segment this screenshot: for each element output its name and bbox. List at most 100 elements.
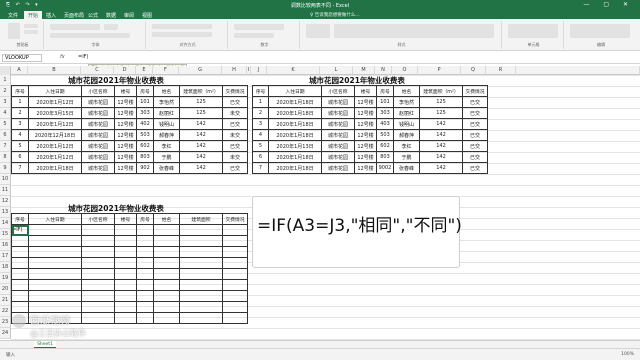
tell-me-search[interactable]: ♀ 告诉我您想要做什么… [310,12,360,18]
row-header[interactable]: 5 [0,119,11,130]
table-header-cell[interactable]: 交费情况 [222,85,248,97]
table-cell[interactable]: 已交 [462,107,488,119]
table-cell[interactable]: 城市花园 [81,140,115,152]
table-cell[interactable]: 12号楼 [114,118,137,130]
table-cell[interactable]: 4 [252,129,269,141]
table-cell[interactable]: 1 [11,96,29,108]
table-cell[interactable] [28,268,82,280]
table-cell[interactable]: 602 [376,140,394,152]
table-header-cell[interactable]: 序号 [11,213,29,225]
table-cell[interactable]: 2020年1月12日 [28,118,82,130]
table-cell[interactable]: 郝春萍 [393,129,420,141]
row-header[interactable]: 13 [0,207,11,218]
table-cell[interactable] [28,279,82,291]
table-cell[interactable]: 12号楼 [114,96,137,108]
table-cell[interactable]: 3 [252,118,269,130]
table-header-cell[interactable]: 建筑面积（m²） [179,85,223,97]
table-cell[interactable]: 142 [179,162,223,174]
table-cell[interactable] [222,312,248,324]
table-cell[interactable]: 李红 [153,140,180,152]
row-header[interactable]: 20 [0,284,11,295]
table-cell[interactable] [81,312,115,324]
tab-file[interactable]: 文件 [4,11,22,19]
table-cell[interactable]: 3 [11,118,29,130]
fx-icon[interactable]: fx [60,54,65,60]
table-cell[interactable]: 于鹏 [393,151,420,163]
table-cell[interactable]: 2020年1月12日 [28,96,82,108]
table-cell[interactable] [136,268,154,280]
row-header[interactable]: 14 [0,218,11,229]
table-cell[interactable]: 12号楼 [354,107,377,119]
table-cell[interactable]: 李怡然 [393,96,420,108]
table-cell[interactable]: 142 [179,140,223,152]
table-cell[interactable]: 2020年1月18日 [268,162,322,174]
row-header[interactable]: 17 [0,251,11,262]
table-cell[interactable]: 2020年1月18日 [268,107,322,119]
table-header-cell[interactable]: 姓名 [393,85,420,97]
tab-view[interactable]: 视图 [138,11,156,19]
align-buttons[interactable] [152,24,212,29]
column-header[interactable]: L [320,66,353,75]
table-cell[interactable]: 已交 [462,140,488,152]
column-header[interactable]: F [153,66,179,75]
column-header[interactable]: E [136,66,153,75]
table-header-cell[interactable]: 小区名称 [321,85,355,97]
column-header[interactable]: C [81,66,114,75]
column-header[interactable]: P [418,66,461,75]
table-cell[interactable]: 101 [376,96,394,108]
row-header[interactable]: 16 [0,240,11,251]
table-cell[interactable]: 303 [136,107,154,119]
row-header[interactable]: 18 [0,262,11,273]
table-cell[interactable]: 已交 [462,151,488,163]
table-cell[interactable] [153,312,180,324]
number-buttons[interactable] [234,33,274,38]
row-header[interactable]: 12 [0,196,11,207]
table-cell[interactable]: 142 [419,129,463,141]
table-cell[interactable] [28,235,82,247]
table-cell[interactable] [81,257,115,269]
table-cell[interactable]: 7 [252,162,269,174]
table-cell[interactable] [179,246,223,258]
row-header[interactable]: 4 [0,108,11,119]
table-cell[interactable]: 已交 [222,162,248,174]
table-header-cell[interactable]: 序号 [252,85,269,97]
table-cell[interactable]: 125 [419,96,463,108]
table-cell[interactable]: 2 [252,107,269,119]
row-header[interactable]: 23 [0,317,11,328]
table-cell[interactable]: 未交 [222,107,248,119]
row-header[interactable]: 9 [0,163,11,174]
table-cell[interactable] [81,246,115,258]
table-cell[interactable]: 803 [376,151,394,163]
table-header-cell[interactable]: 楼号 [114,85,137,97]
table-cell[interactable] [11,301,29,313]
table-cell[interactable]: 张春峰 [153,162,180,174]
table-cell[interactable] [114,235,137,247]
table-cell[interactable] [136,312,154,324]
table-cell[interactable]: 城市花园 [321,118,355,130]
table-cell[interactable] [11,257,29,269]
row-header[interactable]: 22 [0,306,11,317]
table-cell[interactable] [136,301,154,313]
name-box[interactable]: VLOOKUP [2,54,42,62]
table-cell[interactable] [222,224,248,236]
table-cell[interactable] [114,279,137,291]
table-cell[interactable] [179,290,223,302]
table-cell[interactable] [81,235,115,247]
table-cell[interactable]: 142 [179,118,223,130]
table-cell[interactable]: 12号楼 [354,162,377,174]
editing-buttons[interactable] [570,24,630,38]
table-cell[interactable]: 城市花园 [81,151,115,163]
column-header[interactable]: D [114,66,136,75]
table-cell[interactable] [179,224,223,236]
table-cell[interactable] [81,290,115,302]
table-cell[interactable] [153,246,180,258]
table-cell[interactable] [114,224,137,236]
row-header[interactable]: 7 [0,141,11,152]
table-cell[interactable]: 12号楼 [354,151,377,163]
tab-home[interactable]: 开始 [24,11,43,19]
table-cell[interactable]: 7 [11,162,29,174]
font-size-select[interactable] [104,24,118,30]
table-cell[interactable]: 2020年1月13日 [268,140,322,152]
table-cell[interactable]: 已交 [222,140,248,152]
column-header[interactable]: M [353,66,375,75]
